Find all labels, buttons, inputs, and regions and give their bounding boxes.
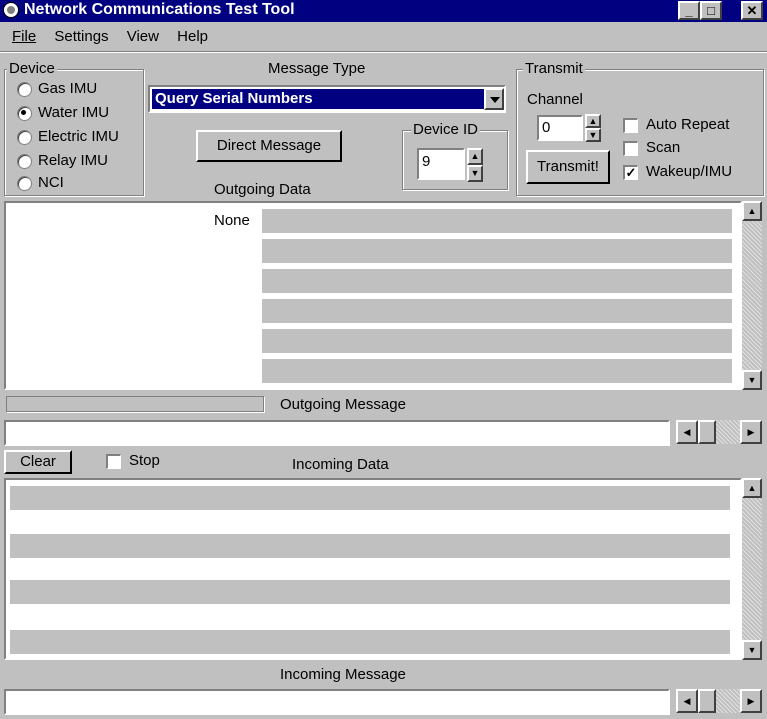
radio-button-icon — [17, 129, 32, 145]
arrow-down-icon[interactable]: ▼ — [742, 640, 762, 660]
wakeup-label: Wakeup/IMU — [646, 163, 733, 180]
menu-help[interactable]: Help — [177, 28, 208, 45]
message-type-label: Message Type — [268, 60, 366, 77]
arrow-up-icon[interactable]: ▲ — [742, 478, 762, 498]
incoming-message-field[interactable] — [4, 689, 670, 715]
device-id-legend: Device ID — [411, 121, 481, 138]
scroll-thumb[interactable] — [698, 420, 716, 444]
device-id-group: Device ID 9 ▲ ▼ — [402, 121, 508, 190]
outgoing-row — [262, 209, 732, 233]
window-title: Network Communications Test Tool — [24, 1, 295, 18]
arrow-up-icon[interactable]: ▲ — [585, 114, 601, 128]
outgoing-data-label: Outgoing Data — [214, 181, 311, 198]
incoming-row — [10, 486, 730, 510]
incoming-data-label: Incoming Data — [292, 456, 389, 473]
arrow-down-icon[interactable]: ▼ — [585, 128, 601, 142]
outgoing-row — [262, 269, 732, 293]
radio-button-icon — [17, 81, 32, 97]
transmit-legend: Transmit — [523, 60, 585, 77]
arrow-down-icon[interactable]: ▼ — [742, 370, 762, 390]
outgoing-row-label: None — [214, 212, 250, 229]
outgoing-row — [262, 359, 732, 383]
radio-gas-imu[interactable]: Gas IMU — [17, 80, 97, 97]
arrow-right-icon[interactable]: ▶ — [740, 689, 762, 713]
radio-water-imu[interactable]: Water IMU — [17, 104, 109, 121]
close-button[interactable]: ✕ — [741, 1, 763, 20]
incoming-data-grid[interactable] — [4, 478, 742, 660]
outgoing-message-field[interactable] — [4, 420, 670, 446]
outgoing-row — [262, 299, 732, 323]
incoming-row — [10, 630, 730, 654]
clear-button[interactable]: Clear — [4, 450, 72, 474]
channel-input[interactable]: 0 — [537, 115, 583, 141]
radio-label: Electric IMU — [38, 128, 119, 145]
arrow-right-icon[interactable]: ▶ — [740, 420, 762, 444]
device-id-spinner[interactable]: ▲ ▼ — [467, 148, 483, 182]
outgoing-vertical-scrollbar[interactable]: ▲ ▼ — [742, 201, 762, 390]
incoming-message-scrollbar[interactable]: ◀ ▶ — [676, 689, 762, 713]
incoming-row — [10, 534, 730, 558]
menu-bar: File Settings View Help — [12, 28, 222, 45]
radio-label: Relay IMU — [38, 152, 109, 169]
checkbox-icon — [623, 117, 638, 133]
outgoing-message-scrollbar[interactable]: ◀ ▶ — [676, 420, 762, 444]
device-id-input[interactable]: 9 — [417, 148, 465, 180]
incoming-row — [10, 580, 730, 604]
title-bar: Network Communications Test Tool _ □ ✕ — [0, 0, 767, 22]
app-globe-icon[interactable] — [3, 2, 19, 18]
auto-repeat-label: Auto Repeat — [646, 116, 730, 133]
transmit-group: Transmit Channel 0 ▲ ▼ Transmit! Auto Re… — [516, 60, 764, 196]
message-type-value: Query Serial Numbers — [152, 89, 485, 109]
radio-button-icon — [17, 105, 32, 121]
chevron-down-icon[interactable] — [484, 88, 504, 110]
radio-button-icon — [17, 153, 32, 169]
progress-bar — [6, 396, 264, 412]
arrow-up-icon[interactable]: ▲ — [467, 148, 483, 165]
checkbox-icon — [623, 140, 638, 156]
radio-electric-imu[interactable]: Electric IMU — [17, 128, 119, 145]
arrow-left-icon[interactable]: ◀ — [676, 689, 698, 713]
scan-label: Scan — [646, 139, 681, 156]
radio-label: Water IMU — [38, 104, 110, 121]
direct-message-button[interactable]: Direct Message — [196, 130, 342, 162]
stop-label: Stop — [129, 452, 160, 469]
device-legend: Device — [7, 60, 57, 77]
outgoing-message-label: Outgoing Message — [280, 396, 406, 413]
menu-settings[interactable]: Settings — [54, 28, 108, 45]
message-type-select[interactable]: Query Serial Numbers — [148, 85, 506, 113]
arrow-up-icon[interactable]: ▲ — [742, 201, 762, 221]
radio-button-icon — [17, 175, 32, 191]
device-group: Device Gas IMU Water IMU Electric IMU Re… — [4, 60, 144, 196]
radio-label: Gas IMU — [38, 80, 98, 97]
stop-checkbox[interactable]: Stop — [106, 452, 160, 469]
arrow-left-icon[interactable]: ◀ — [676, 420, 698, 444]
incoming-message-label: Incoming Message — [280, 666, 406, 683]
scan-checkbox[interactable]: Scan — [623, 139, 680, 156]
outgoing-data-grid[interactable]: None — [4, 201, 742, 390]
radio-label: NCI — [38, 174, 64, 191]
radio-nci[interactable]: NCI — [17, 174, 64, 191]
outgoing-row — [262, 329, 732, 353]
maximize-button[interactable]: □ — [700, 1, 722, 20]
auto-repeat-checkbox[interactable]: Auto Repeat — [623, 116, 729, 133]
menu-file[interactable]: File — [12, 28, 36, 45]
minimize-button[interactable]: _ — [678, 1, 700, 20]
menu-view[interactable]: View — [127, 28, 159, 45]
incoming-vertical-scrollbar[interactable]: ▲ ▼ — [742, 478, 762, 660]
checkmark-icon: ✓ — [623, 164, 638, 180]
wakeup-checkbox[interactable]: ✓ Wakeup/IMU — [623, 163, 732, 180]
transmit-button-label: Transmit! — [537, 158, 599, 175]
checkbox-icon — [106, 453, 121, 469]
arrow-down-icon[interactable]: ▼ — [467, 165, 483, 182]
menu-divider — [0, 51, 767, 53]
outgoing-row — [262, 239, 732, 263]
channel-spinner[interactable]: ▲ ▼ — [585, 114, 601, 142]
channel-label: Channel — [527, 91, 583, 108]
transmit-button[interactable]: Transmit! — [526, 150, 610, 184]
radio-relay-imu[interactable]: Relay IMU — [17, 152, 108, 169]
scroll-thumb[interactable] — [698, 689, 716, 713]
